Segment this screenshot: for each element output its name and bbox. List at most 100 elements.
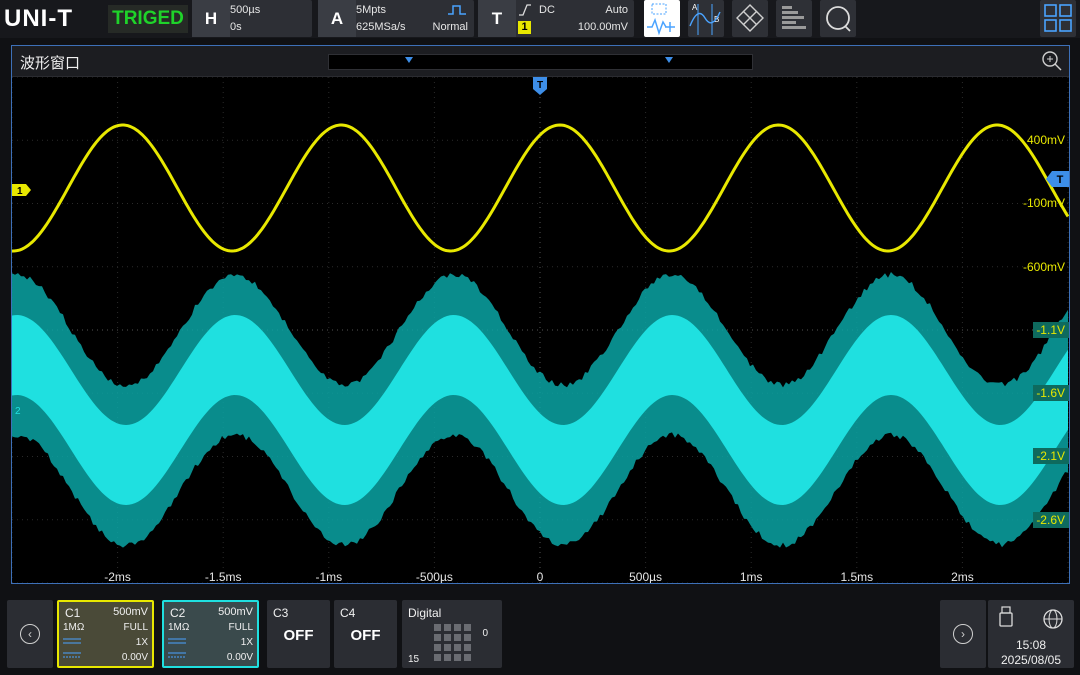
chevron-right-icon: › <box>953 624 973 644</box>
acquire-letter: A <box>318 0 356 37</box>
horizontal-menu-button[interactable]: H 500µs 0s <box>192 0 312 37</box>
ch2-offset: 0.00V <box>227 652 253 663</box>
ch2-probe: 1X <box>241 637 253 648</box>
waveform-window: 波形窗口 400mV -100mV -600mV -1.1V -1.6V -2.1V -2.… <box>11 45 1070 584</box>
channel-4-button[interactable]: C4 OFF <box>334 600 397 668</box>
ch1-coupling-icon <box>63 636 81 646</box>
time-label: -500µs <box>416 570 453 583</box>
prev-page-button[interactable]: ‹ <box>7 600 53 668</box>
digital-high-bit: 0 <box>482 628 488 639</box>
trigger-letter: T <box>478 0 516 37</box>
waveform-window-header: 波形窗口 <box>12 46 1069 77</box>
memory-depth-value: 5Mpts <box>356 4 386 16</box>
trigger-position-marker[interactable]: T <box>533 77 547 95</box>
trigger-level-value: 100.00mV <box>578 21 628 33</box>
digital-bits-icon <box>434 624 474 664</box>
view-start-marker-icon <box>405 57 413 63</box>
ch2-name: C2 <box>170 606 185 620</box>
horizontal-letter: H <box>192 0 230 37</box>
cursor-ab-button[interactable]: AB <box>688 0 724 37</box>
time-label: -1.5ms <box>205 570 242 583</box>
ch1-bandwidth: FULL <box>124 622 148 633</box>
ch4-state: OFF <box>334 627 397 644</box>
next-page-button[interactable]: › <box>940 600 986 668</box>
ch1-impedance: 1MΩ <box>63 622 84 633</box>
ch2-scale: 500mV <box>218 606 253 618</box>
time-label: -1ms <box>315 570 342 583</box>
ch1-scale-label: -100mV <box>1023 196 1065 210</box>
ch2-scale-label: -2.6V <box>1036 513 1065 527</box>
digital-label: Digital <box>408 606 441 620</box>
trigger-source-badge: 1 <box>518 21 531 34</box>
cursor-measure-icon <box>644 0 680 37</box>
view-end-marker-icon <box>665 57 673 63</box>
ch1-scale-label: 400mV <box>1027 133 1065 147</box>
time-label: 500µs <box>629 570 662 583</box>
ch2-impedance: 1MΩ <box>168 622 189 633</box>
time-label: 1ms <box>740 570 763 583</box>
layout-grid-icon <box>1040 0 1076 37</box>
top-bar: UNI-T TRIGED H 500µs 0s A 5Mpts 625MSa/s… <box>0 0 1080 38</box>
ch1-scale-label: -600mV <box>1023 260 1065 274</box>
horizontal-offset-value: 0s <box>230 21 242 33</box>
ch1-offset-marker[interactable]: 1 <box>12 184 31 197</box>
ch1-name: C1 <box>65 606 80 620</box>
time-label: 1.5ms <box>840 570 873 583</box>
trigger-menu-button[interactable]: T DC Auto 1 100.00mV <box>478 0 634 37</box>
ch2-waveform <box>12 272 1068 548</box>
sample-rate-value: 625MSa/s <box>356 21 406 33</box>
time-axis-labels: -2ms -1.5ms -1ms -500µs 0 500µs 1ms 1.5ms 2ms <box>104 570 973 583</box>
waveform-window-title: 波形窗口 <box>20 52 80 73</box>
clock-time: 15:08 <box>988 638 1074 652</box>
acquire-menu-button[interactable]: A 5Mpts 625MSa/s Normal <box>318 0 474 37</box>
trigger-coupling-value: DC <box>539 4 555 16</box>
time-label: -2ms <box>104 570 131 583</box>
ch2-marker-label[interactable]: 2 <box>15 406 21 417</box>
timebase-value: 500µs <box>230 4 260 16</box>
network-globe-icon <box>1042 608 1064 630</box>
clock-date: 2025/08/05 <box>988 653 1074 667</box>
trigger-right-label: T <box>1057 174 1064 186</box>
ch2-coupling-icon <box>168 636 186 646</box>
channel-1-button[interactable]: C1 500mV 1MΩ FULL 1X 0.00V <box>57 600 154 668</box>
ch1-probe: 1X <box>136 637 148 648</box>
ch3-name: C3 <box>273 606 288 620</box>
list-bars-icon <box>776 0 812 37</box>
ch3-state: OFF <box>267 627 330 644</box>
clock-panel[interactable]: 15:08 2025/08/05 <box>988 600 1074 668</box>
ch2-scale-label: -1.1V <box>1036 323 1065 337</box>
ch2-scale-label: -1.6V <box>1036 386 1065 400</box>
ch1-bandwidth-icon <box>63 651 81 659</box>
measure-cursor-button[interactable] <box>644 0 680 37</box>
zoom-button[interactable] <box>1041 50 1063 72</box>
ch1-marker-label: 1 <box>17 186 23 197</box>
digital-low-bit: 15 <box>408 654 419 665</box>
chevron-left-icon: ‹ <box>20 624 40 644</box>
svg-text:A: A <box>692 3 698 12</box>
grid-diamond-icon <box>732 0 768 37</box>
search-icon <box>820 0 856 37</box>
cursor-ab-icon: AB <box>688 0 724 37</box>
trigger-sweep-value: Auto <box>605 4 628 16</box>
time-label: 2ms <box>951 570 974 583</box>
zoom-in-icon <box>1041 50 1063 72</box>
math-button[interactable] <box>732 0 768 37</box>
brand-logo: UNI-T <box>4 4 73 34</box>
memory-position-bar[interactable] <box>328 54 753 70</box>
acquire-mode-value: Normal <box>433 21 468 33</box>
acquire-pulse-icon <box>448 5 466 15</box>
list-button[interactable] <box>776 0 812 37</box>
waveform-display[interactable]: 400mV -100mV -600mV -1.1V -1.6V -2.1V -2.6V -2… <box>12 77 1069 583</box>
channel-3-button[interactable]: C3 OFF <box>267 600 330 668</box>
rising-edge-icon <box>518 3 532 17</box>
trigger-status-badge: TRIGED <box>108 5 188 33</box>
layout-menu-button[interactable] <box>1040 0 1076 37</box>
channel-2-button[interactable]: C2 500mV 1MΩ FULL 1X 0.00V <box>162 600 259 668</box>
ch4-name: C4 <box>340 606 355 620</box>
ch2-bandwidth-icon <box>168 651 186 659</box>
ch1-scale: 500mV <box>113 606 148 618</box>
ch1-offset: 0.00V <box>122 652 148 663</box>
ch2-scale-label: -2.1V <box>1036 449 1065 463</box>
search-button[interactable] <box>820 0 856 37</box>
digital-channel-button[interactable]: Digital 0 15 <box>402 600 502 668</box>
